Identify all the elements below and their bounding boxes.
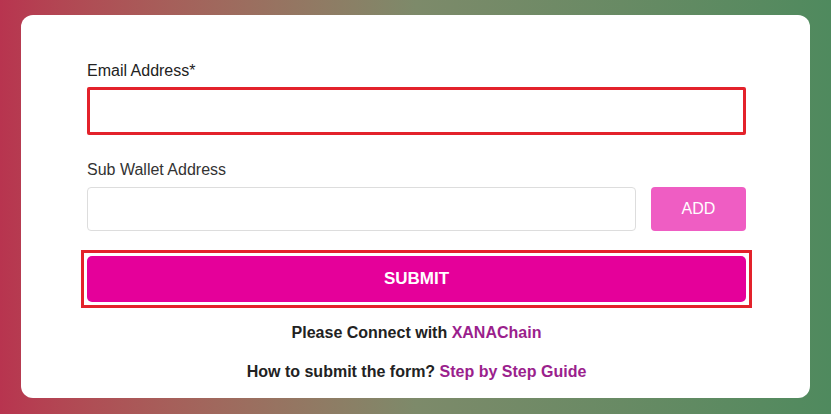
guide-link[interactable]: Step by Step Guide <box>440 363 587 380</box>
connect-note: Please Connect withXANAChain <box>87 323 746 343</box>
sub-wallet-input[interactable] <box>87 187 636 231</box>
guide-text: How to submit the form? <box>247 363 435 380</box>
sub-wallet-label: Sub Wallet Address <box>87 160 746 180</box>
email-label: Email Address* <box>87 61 746 81</box>
sub-wallet-row: ADD <box>87 187 746 231</box>
email-input[interactable] <box>87 87 746 135</box>
submit-button[interactable]: SUBMIT <box>87 256 746 302</box>
add-button[interactable]: ADD <box>651 187 746 231</box>
submit-highlight: SUBMIT <box>81 250 752 308</box>
page: Email Address* Sub Wallet Address ADD SUBMI… <box>0 0 831 414</box>
xanachain-link[interactable]: XANAChain <box>452 324 542 341</box>
guide-note: How to submit the form? Step by Step Guid… <box>87 362 746 382</box>
form-card: Email Address* Sub Wallet Address ADD SUBMI… <box>21 15 810 398</box>
connect-text: Please Connect with <box>292 324 448 341</box>
